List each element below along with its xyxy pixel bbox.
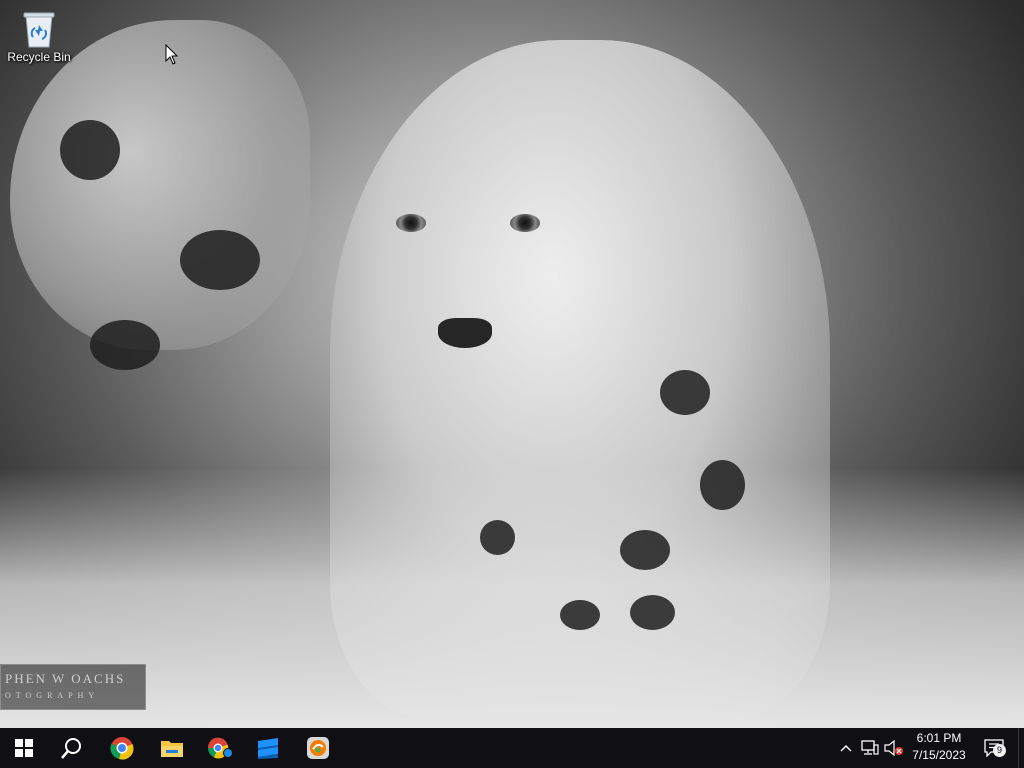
watermark-line2: OTOGRAPHY [5, 691, 100, 700]
wallpaper-leopard-eye [396, 214, 426, 232]
taskbar-chrome[interactable] [98, 728, 146, 768]
network-icon [861, 740, 879, 755]
chevron-up-icon [840, 744, 852, 752]
clock-time: 6:01 PM [916, 731, 962, 745]
wallpaper-spot [660, 370, 710, 415]
app-window-icon [257, 738, 279, 759]
search-icon [61, 738, 81, 759]
wallpaper-spot [620, 530, 670, 570]
wallpaper-spot [90, 320, 160, 370]
desktop-icon-recycle-bin[interactable]: Recycle Bin [4, 6, 74, 76]
app-orange-icon [307, 737, 329, 759]
taskbar-clock[interactable]: 6:01 PM 7/15/2023 [900, 730, 978, 766]
taskbar-file-explorer[interactable] [148, 728, 196, 768]
wallpaper-leopard-nose [438, 318, 492, 348]
chrome-icon [110, 737, 134, 760]
notification-count-badge: 9 [993, 744, 1006, 757]
show-desktop-button[interactable] [1018, 728, 1024, 768]
file-explorer-icon [161, 741, 183, 757]
taskbar-app-orange[interactable] [294, 728, 342, 768]
wallpaper-spot [560, 600, 600, 630]
taskbar-app-window[interactable] [244, 728, 292, 768]
wallpaper-spot [700, 460, 745, 510]
wallpaper-spot [180, 230, 260, 290]
taskbar: 6:01 PM 7/15/2023 9 [0, 728, 1024, 768]
recycle-bin-icon [23, 10, 55, 48]
taskbar-chrome-app[interactable] [196, 728, 244, 768]
wallpaper-watermark: PHEN W OACHS OTOGRAPHY [0, 664, 146, 710]
tray-network[interactable] [858, 728, 882, 768]
wallpaper-spot [60, 120, 120, 180]
search-button[interactable] [48, 728, 96, 768]
chrome-app-icon [207, 737, 233, 759]
wallpaper-spot [480, 520, 515, 555]
watermark-line1: PHEN W OACHS [5, 671, 126, 686]
notification-center-button[interactable]: 9 [978, 728, 1012, 768]
desktop-icon-label: Recycle Bin [7, 50, 71, 64]
wallpaper-leopard-eye [510, 214, 540, 232]
mouse-cursor-icon [165, 44, 179, 65]
wallpaper-spot [630, 595, 675, 630]
tray-overflow-button[interactable] [836, 728, 856, 768]
clock-date: 7/15/2023 [912, 748, 966, 762]
start-button[interactable] [0, 728, 48, 768]
windows-start-icon [15, 739, 33, 757]
desktop-wallpaper: Recycle Bin PHEN W OACHS OTOGRAPHY [0, 0, 1024, 728]
wallpaper-snow [0, 468, 1024, 728]
